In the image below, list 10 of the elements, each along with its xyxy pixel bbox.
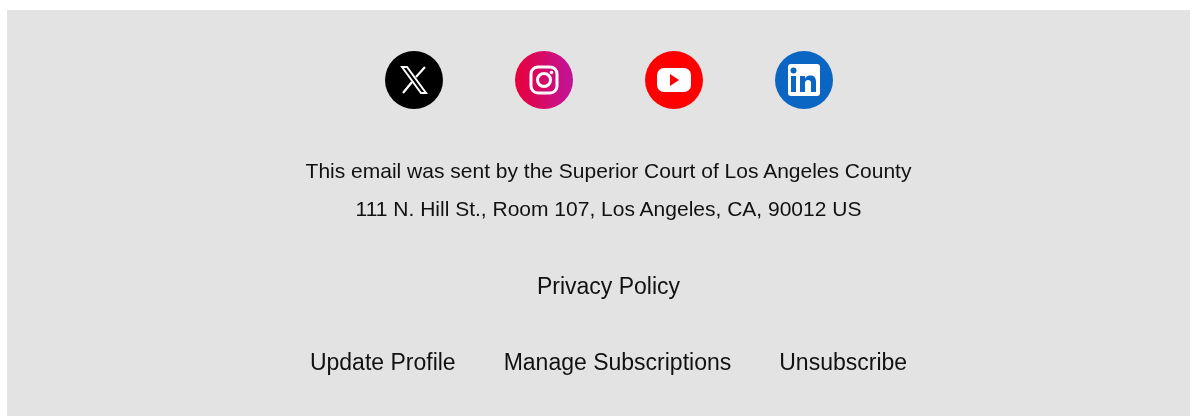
play-icon[interactable] [644, 51, 703, 109]
footer-link[interactable]: Manage Subscriptions [503, 349, 732, 375]
footer-link[interactable]: Unsubscribe [779, 349, 908, 375]
x-logo-icon[interactable] [384, 51, 443, 109]
footer-link[interactable]: Update Profile [309, 349, 456, 375]
camera-icon[interactable] [514, 51, 573, 109]
footer-text: This email was sent by the Superior Court of Los Angeles County [305, 159, 912, 183]
privacy-policy-link[interactable]: Privacy Policy [536, 273, 681, 299]
footer-text: 111 N. Hill St., Room 107, Los Angeles, CA, 90012 US [355, 197, 862, 221]
in-logo-icon[interactable] [774, 51, 833, 109]
